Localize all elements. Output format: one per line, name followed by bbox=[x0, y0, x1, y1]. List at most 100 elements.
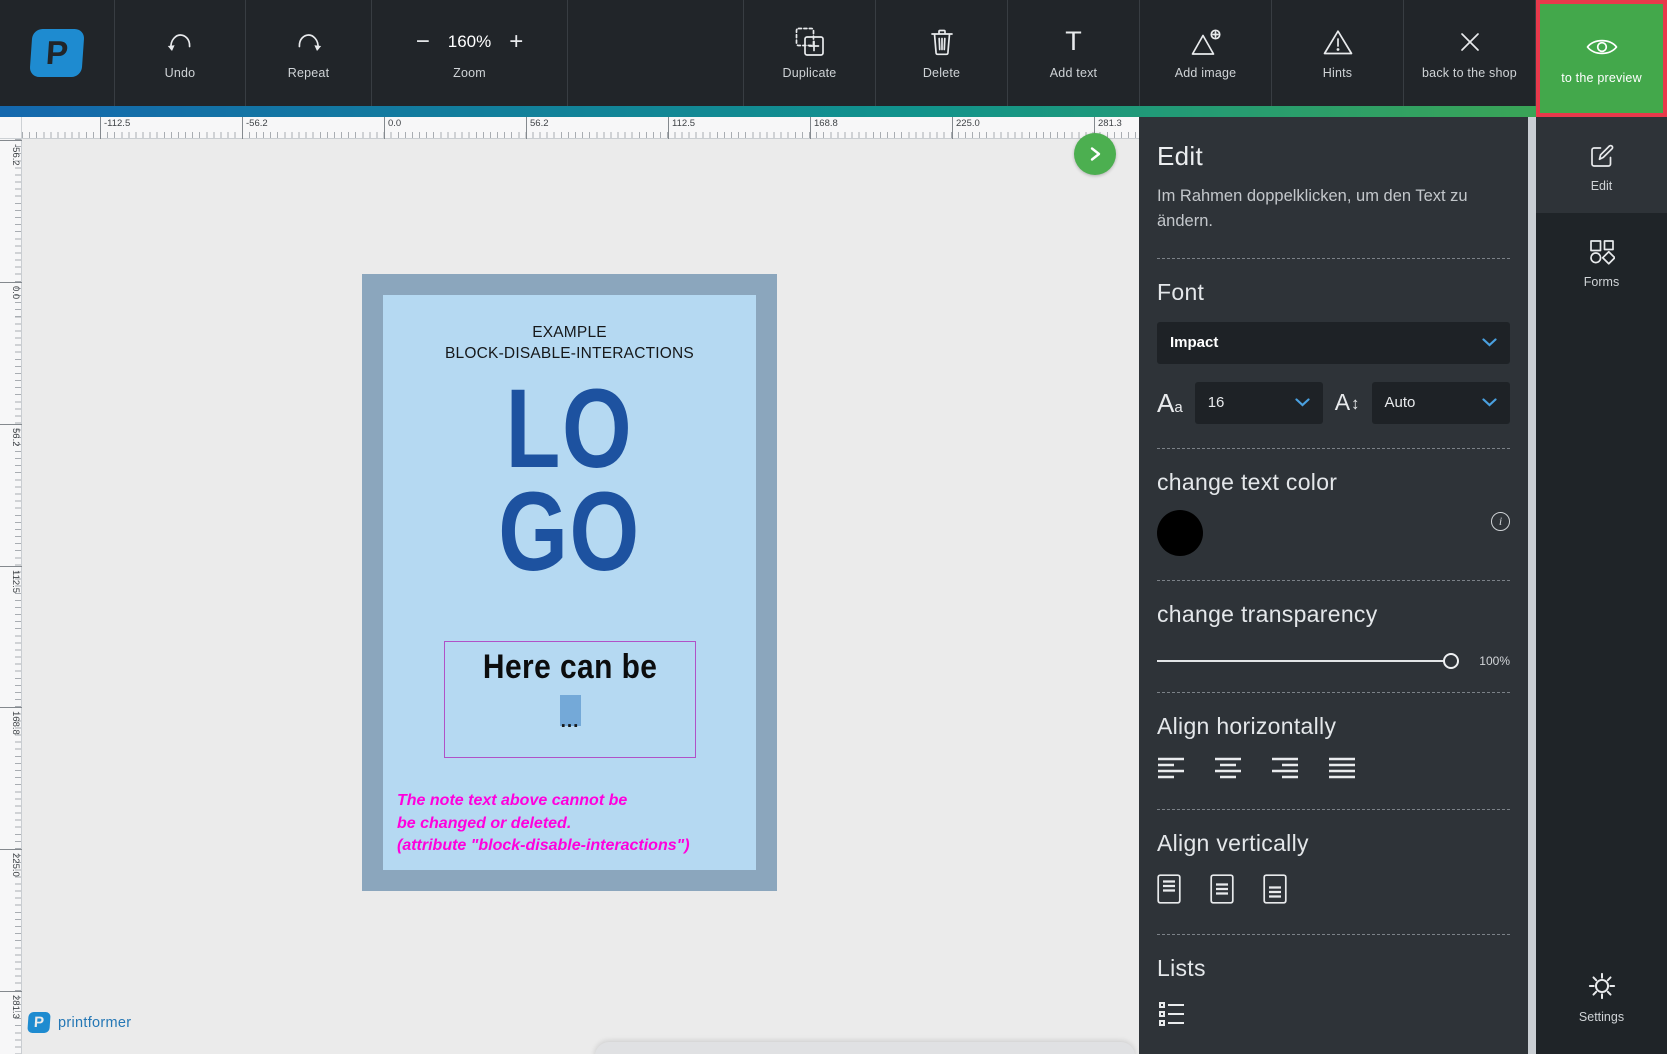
ruler-h-label: 112.5 bbox=[668, 117, 695, 139]
text-color-section-title: change text color bbox=[1157, 469, 1510, 496]
hints-label: Hints bbox=[1323, 66, 1352, 80]
divider bbox=[1157, 809, 1510, 810]
repeat-icon bbox=[294, 27, 324, 57]
ruler-v-label: 225.0 bbox=[0, 849, 22, 877]
line-height-dropdown[interactable]: Auto bbox=[1372, 382, 1510, 424]
sidebar-item-forms[interactable]: Forms bbox=[1536, 213, 1667, 309]
close-icon bbox=[1458, 27, 1482, 57]
printformer-mini-logo-icon: P bbox=[27, 1012, 50, 1033]
logo-line1: LO bbox=[420, 377, 718, 480]
zoom-control: − 160% + Zoom bbox=[372, 0, 568, 106]
text-color-row: i bbox=[1157, 510, 1510, 556]
align-top-button[interactable] bbox=[1157, 874, 1181, 904]
sidebar-edit-label: Edit bbox=[1591, 179, 1613, 193]
poster-artboard[interactable]: EXAMPLE BLOCK-DISABLE-INTERACTIONS LO GO… bbox=[362, 274, 777, 891]
edit-panel: Edit Im Rahmen doppelklicken, um den Tex… bbox=[1139, 117, 1528, 1054]
align-vertical-row bbox=[1157, 874, 1510, 904]
text-cursor-block[interactable]: ... bbox=[560, 695, 581, 726]
transparency-slider-handle[interactable] bbox=[1443, 653, 1459, 669]
divider bbox=[1157, 580, 1510, 581]
align-justify-button[interactable] bbox=[1328, 757, 1356, 779]
ruler-corner bbox=[0, 117, 22, 139]
note-line1: The note text above cannot be bbox=[397, 790, 690, 813]
note-line3: (attribute "block-disable-interactions") bbox=[397, 835, 690, 858]
duplicate-button[interactable]: Duplicate bbox=[744, 0, 876, 106]
chevron-down-icon bbox=[1482, 338, 1497, 347]
info-icon[interactable]: i bbox=[1491, 512, 1510, 531]
sidebar-forms-label: Forms bbox=[1584, 275, 1619, 289]
bottom-sheet-peek[interactable] bbox=[595, 1042, 1135, 1054]
font-family-value: Impact bbox=[1170, 334, 1218, 351]
duplicate-label: Duplicate bbox=[783, 66, 837, 80]
trash-icon bbox=[929, 27, 955, 57]
transparency-section-title: change transparency bbox=[1157, 601, 1510, 628]
mode-sidebar: Edit Forms Settings bbox=[1536, 117, 1667, 1054]
line-height-value: Auto bbox=[1385, 394, 1416, 411]
ruler-v-label: 56.2 bbox=[0, 424, 22, 447]
zoom-in-button[interactable]: + bbox=[509, 30, 523, 54]
align-center-button[interactable] bbox=[1214, 757, 1242, 779]
design-canvas[interactable]: EXAMPLE BLOCK-DISABLE-INTERACTIONS LO GO… bbox=[22, 139, 1139, 1054]
toolbar: P Undo Repeat − 160% + Zoom Duplicate De… bbox=[0, 0, 1667, 106]
add-text-label: Add text bbox=[1050, 66, 1097, 80]
poster-logo-text[interactable]: LO GO bbox=[420, 377, 718, 583]
ruler-h-label: -56.2 bbox=[242, 117, 268, 139]
ruler-h-label: 56.2 bbox=[526, 117, 549, 139]
edit-pencil-icon bbox=[1589, 143, 1615, 169]
font-size-icon: Aa bbox=[1157, 390, 1183, 416]
back-to-shop-button[interactable]: back to the shop bbox=[1404, 0, 1536, 106]
panel-description: Im Rahmen doppelklicken, um den Text zu … bbox=[1157, 184, 1497, 234]
font-size-dropdown[interactable]: 16 bbox=[1195, 382, 1323, 424]
panel-collapse-button[interactable] bbox=[1074, 133, 1116, 175]
note-line2: be changed or deleted. bbox=[397, 813, 690, 836]
app-logo[interactable]: P bbox=[0, 0, 115, 106]
align-horizontal-row bbox=[1157, 757, 1510, 779]
text-glyph: T bbox=[1065, 28, 1082, 55]
cursor-dots: ... bbox=[561, 717, 580, 727]
repeat-label: Repeat bbox=[288, 66, 330, 80]
undo-icon bbox=[165, 27, 195, 57]
hints-button[interactable]: Hints bbox=[1272, 0, 1404, 106]
to-preview-button[interactable]: to the preview bbox=[1536, 0, 1667, 117]
divider bbox=[1157, 934, 1510, 935]
align-left-button[interactable] bbox=[1157, 757, 1185, 779]
add-image-button[interactable]: Add image bbox=[1140, 0, 1272, 106]
delete-button[interactable]: Delete bbox=[876, 0, 1008, 106]
color-swatch-black[interactable] bbox=[1157, 510, 1203, 556]
bullet-list-button[interactable] bbox=[1157, 999, 1187, 1029]
align-middle-button[interactable] bbox=[1210, 874, 1234, 904]
zoom-out-button[interactable]: − bbox=[416, 30, 430, 54]
divider bbox=[1157, 448, 1510, 449]
font-family-dropdown[interactable]: Impact bbox=[1157, 322, 1510, 364]
selected-text-frame[interactable]: Here can be ... bbox=[444, 641, 696, 758]
ruler-v-label: 112.5 bbox=[0, 566, 22, 593]
text-icon: T bbox=[1065, 27, 1082, 57]
undo-button[interactable]: Undo bbox=[115, 0, 246, 106]
gear-icon bbox=[1588, 972, 1616, 1000]
align-right-button[interactable] bbox=[1271, 757, 1299, 779]
transparency-slider-track[interactable] bbox=[1157, 660, 1456, 662]
sidebar-item-edit[interactable]: Edit bbox=[1536, 117, 1667, 213]
line-height-icon: A ↕ bbox=[1335, 391, 1360, 414]
toolbar-spacer bbox=[568, 0, 744, 106]
line-height-letter: A bbox=[1335, 391, 1350, 414]
divider bbox=[1157, 258, 1510, 259]
ruler-h-label: 0.0 bbox=[384, 117, 401, 139]
delete-label: Delete bbox=[923, 66, 960, 80]
panel-title: Edit bbox=[1157, 141, 1510, 172]
logo-letter: P bbox=[45, 34, 70, 72]
sidebar-settings-label: Settings bbox=[1579, 1010, 1624, 1024]
transparency-value: 100% bbox=[1472, 654, 1510, 668]
ruler-v-label: 0.0 bbox=[0, 282, 22, 299]
brand-wordmark: printformer bbox=[58, 1015, 131, 1031]
duplicate-icon bbox=[794, 27, 826, 57]
to-preview-label: to the preview bbox=[1561, 71, 1642, 85]
panel-scrollbar[interactable] bbox=[1528, 117, 1536, 1054]
repeat-button[interactable]: Repeat bbox=[246, 0, 372, 106]
sidebar-item-settings[interactable]: Settings bbox=[1536, 946, 1667, 1044]
poster-page[interactable]: EXAMPLE BLOCK-DISABLE-INTERACTIONS LO GO… bbox=[383, 295, 756, 870]
align-bottom-button[interactable] bbox=[1263, 874, 1287, 904]
locked-note-text: The note text above cannot be be changed… bbox=[397, 790, 690, 858]
add-text-button[interactable]: T Add text bbox=[1008, 0, 1140, 106]
editable-text[interactable]: Here can be bbox=[483, 649, 657, 686]
